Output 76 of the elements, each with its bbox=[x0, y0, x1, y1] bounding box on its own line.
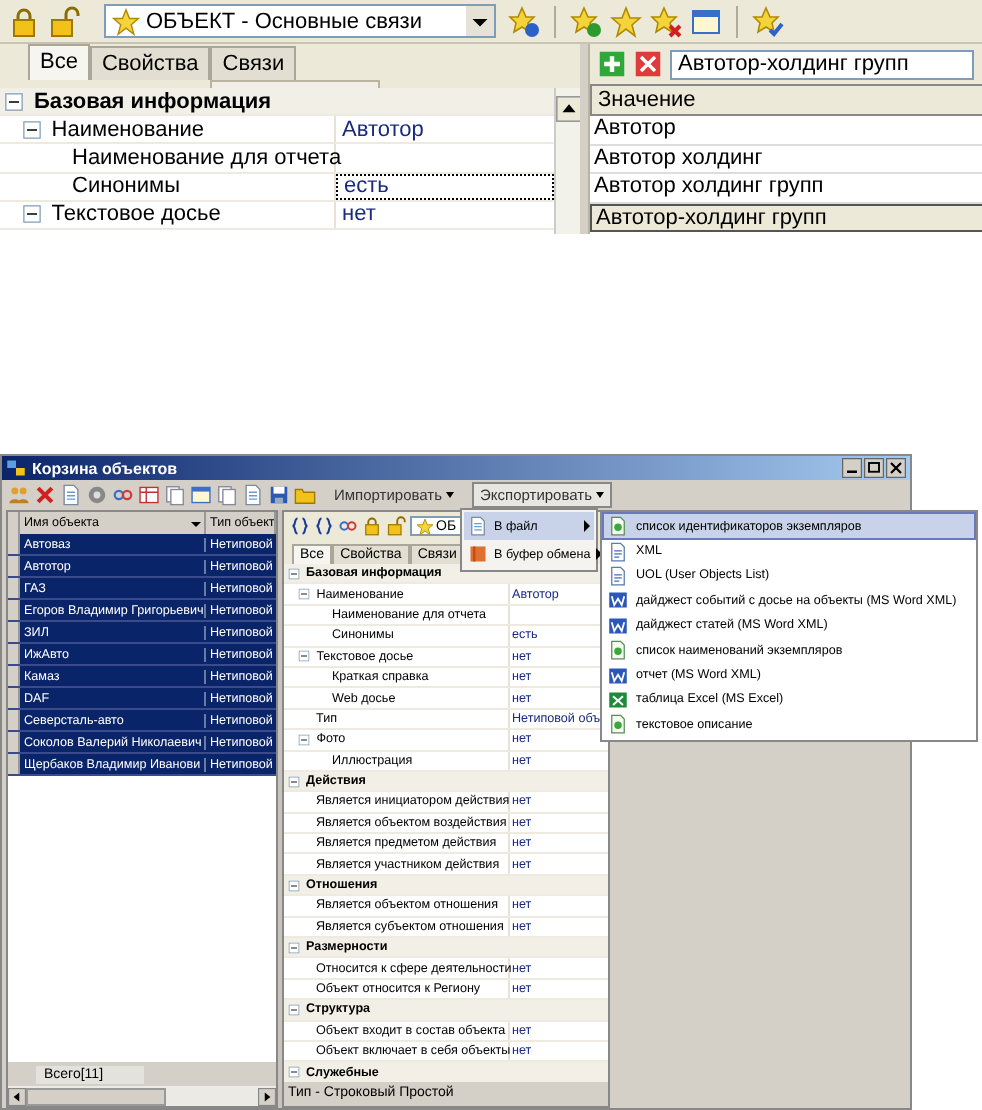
add-icon[interactable] bbox=[598, 50, 626, 78]
scroll-up-icon[interactable] bbox=[556, 96, 580, 122]
collapse-icon[interactable] bbox=[4, 91, 24, 112]
document-icon bbox=[608, 565, 628, 586]
window-icon[interactable] bbox=[190, 484, 212, 506]
dropdown-button[interactable] bbox=[466, 6, 494, 36]
property-name: Синонимы bbox=[72, 174, 180, 199]
value-input-field[interactable]: Автотор-холдинг групп bbox=[670, 49, 974, 79]
unlock-icon[interactable] bbox=[48, 5, 80, 37]
combo-text: ОБЪЕКТ - Основные связи bbox=[146, 9, 424, 33]
value-row[interactable]: Автотор холдинг bbox=[590, 145, 982, 174]
delete-icon[interactable] bbox=[634, 50, 662, 78]
gear-icon[interactable] bbox=[86, 484, 108, 506]
link-icon[interactable] bbox=[338, 516, 358, 536]
remove-icon[interactable] bbox=[34, 484, 56, 506]
spreadsheet-icon bbox=[608, 689, 628, 710]
splitter-handle[interactable] bbox=[210, 80, 380, 88]
word-document-icon bbox=[608, 590, 628, 611]
window-icon bbox=[6, 458, 26, 478]
splitter-handle[interactable] bbox=[278, 510, 282, 1108]
list-document-icon bbox=[608, 714, 628, 735]
scroll-right-icon[interactable] bbox=[258, 1087, 276, 1105]
braces-icon[interactable] bbox=[290, 516, 310, 536]
star-add-icon[interactable] bbox=[570, 5, 602, 37]
caret-icon bbox=[446, 492, 455, 498]
tab[interactable]: Связи bbox=[210, 46, 297, 80]
minimize-icon[interactable] bbox=[842, 458, 862, 478]
star-icon bbox=[112, 7, 140, 35]
collapse-icon[interactable] bbox=[21, 119, 42, 140]
scroll-thumb[interactable] bbox=[26, 1087, 166, 1105]
property-name: Наименование для отчета bbox=[72, 145, 342, 170]
property-value[interactable]: Автотор bbox=[342, 117, 424, 142]
lock-icon[interactable] bbox=[362, 516, 382, 536]
document-icon[interactable] bbox=[242, 484, 264, 506]
document-icon[interactable] bbox=[60, 484, 82, 506]
braces-icon[interactable] bbox=[314, 516, 334, 536]
list-document-icon bbox=[608, 640, 628, 661]
caret-icon bbox=[595, 492, 604, 498]
value-row[interactable]: Автотор-холдинг групп bbox=[590, 203, 982, 232]
star-icon bbox=[416, 517, 434, 535]
scroll-left-icon[interactable] bbox=[8, 1087, 26, 1105]
tab[interactable]: Все bbox=[28, 44, 90, 80]
group-header: Базовая информация bbox=[34, 89, 272, 114]
collapse-icon[interactable] bbox=[21, 204, 42, 225]
word-document-icon bbox=[608, 665, 628, 686]
link-icon[interactable] bbox=[112, 484, 134, 506]
window-title: Корзина объектов bbox=[32, 459, 180, 477]
property-name: Наименование bbox=[51, 117, 205, 142]
column-header[interactable]: Значение bbox=[590, 84, 982, 116]
pages-icon[interactable] bbox=[164, 484, 186, 506]
scrollbar[interactable] bbox=[554, 88, 580, 234]
scrollbar[interactable] bbox=[8, 1086, 276, 1106]
property-value[interactable]: нет bbox=[342, 202, 376, 227]
star-info-icon[interactable] bbox=[508, 5, 540, 37]
tab[interactable]: Свойства bbox=[89, 46, 211, 80]
lock-icon[interactable] bbox=[8, 5, 40, 37]
document-icon bbox=[468, 516, 488, 536]
window-icon[interactable] bbox=[690, 5, 722, 37]
document-icon bbox=[608, 541, 628, 562]
table-icon[interactable] bbox=[138, 484, 160, 506]
people-icon[interactable] bbox=[8, 484, 30, 506]
star-check-icon[interactable] bbox=[752, 5, 784, 37]
close-icon[interactable] bbox=[886, 458, 906, 478]
maximize-icon[interactable] bbox=[864, 458, 884, 478]
star-icon[interactable] bbox=[610, 5, 642, 37]
star-delete-icon[interactable] bbox=[650, 5, 682, 37]
book-icon bbox=[468, 544, 488, 564]
unlock-icon[interactable] bbox=[386, 516, 406, 536]
value-row[interactable]: Автотор bbox=[590, 116, 982, 145]
copy-icon[interactable] bbox=[216, 484, 238, 506]
property-name: Текстовое досье bbox=[51, 202, 221, 227]
word-document-icon bbox=[608, 615, 628, 636]
object-combo-box[interactable]: ОБЪЕКТ - Основные связи bbox=[104, 4, 496, 38]
submenu-arrow-icon bbox=[584, 520, 590, 532]
save-icon[interactable] bbox=[268, 484, 290, 506]
list-document-icon bbox=[608, 516, 628, 537]
